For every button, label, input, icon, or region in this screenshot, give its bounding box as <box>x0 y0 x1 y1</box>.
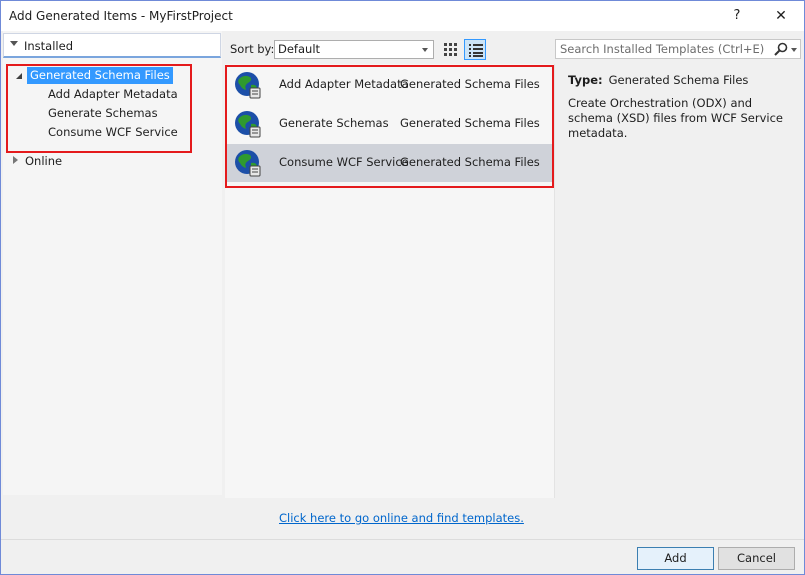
search-placeholder: Search Installed Templates (Ctrl+E) <box>560 42 765 56</box>
type-row: Type: Generated Schema Files <box>568 73 793 87</box>
grid-view-icon <box>444 43 457 56</box>
highlight-box-tree <box>6 64 192 153</box>
close-button[interactable]: ✕ <box>761 1 801 31</box>
collapsed-arrow-icon[interactable] <box>13 156 18 164</box>
details-view-button[interactable] <box>464 39 486 60</box>
template-description: Create Orchestration (ODX) and schema (X… <box>568 96 783 140</box>
search-options-icon[interactable] <box>791 48 797 52</box>
help-button[interactable]: ? <box>717 1 757 31</box>
chevron-down-icon <box>422 48 428 52</box>
installed-label: Installed <box>24 39 73 53</box>
type-label: Type: <box>568 73 603 87</box>
cancel-button[interactable]: Cancel <box>718 547 795 570</box>
highlight-box-templates <box>225 65 554 188</box>
sort-by-dropdown[interactable]: Default <box>274 40 434 59</box>
small-icons-view-button[interactable] <box>440 39 462 60</box>
details-pane: Type: Generated Schema Files Create Orche… <box>568 73 793 141</box>
add-button[interactable]: Add <box>637 547 714 570</box>
search-input[interactable]: Search Installed Templates (Ctrl+E) <box>555 39 801 59</box>
installed-header[interactable]: Installed <box>3 33 221 58</box>
list-view-icon <box>469 44 483 57</box>
window-title: Add Generated Items - MyFirstProject <box>9 9 233 23</box>
chevron-down-icon <box>10 41 18 46</box>
find-templates-online-link[interactable]: Click here to go online and find templat… <box>279 511 524 525</box>
sort-by-value: Default <box>278 42 321 56</box>
search-icon[interactable] <box>774 42 788 56</box>
type-value: Generated Schema Files <box>608 73 749 87</box>
tree-node-online[interactable]: Online <box>25 153 62 170</box>
sort-by-label: Sort by: <box>230 42 275 56</box>
title-bar: Add Generated Items - MyFirstProject ? ✕ <box>1 1 804 31</box>
dialog-window: Add Generated Items - MyFirstProject ? ✕… <box>0 0 805 575</box>
